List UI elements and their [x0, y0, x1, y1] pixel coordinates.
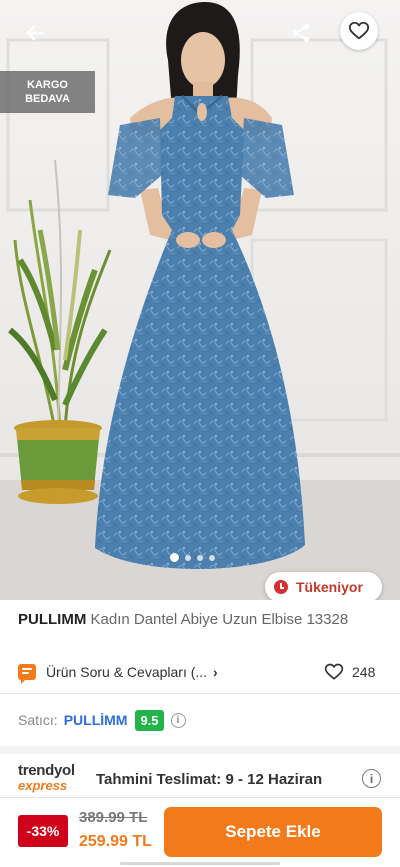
- old-price: 389.99 TL: [79, 809, 148, 826]
- heart-outline-icon: [348, 21, 370, 40]
- heart-outline-icon[interactable]: [324, 662, 344, 682]
- trendyol-express-logo: trendyol express: [18, 763, 88, 793]
- gallery-dot[interactable]: [197, 554, 203, 561]
- qa-row[interactable]: Ürün Soru & Cevapları (... › 248: [0, 656, 400, 690]
- current-price: 259.99 TL: [79, 833, 152, 850]
- section-divider: [0, 746, 400, 754]
- seller-label: Satıcı:: [18, 712, 58, 728]
- seller-row: Satıcı: PULLİMM 9.5 i: [18, 707, 186, 733]
- product-image-gallery[interactable]: KARGO BEDAVA Tükeniyor: [0, 0, 400, 600]
- delivery-row: trendyol express Tahmini Teslimat: 9 - 1…: [18, 763, 388, 795]
- clock-icon: [274, 580, 288, 594]
- product-name: Kadın Dantel Abiye Uzun Elbise 13328: [90, 611, 349, 628]
- discount-badge: -33%: [18, 815, 68, 847]
- gallery-pagination: [170, 553, 215, 562]
- estimated-delivery: Tahmini Teslimat: 9 - 12 Haziran: [96, 771, 323, 788]
- home-indicator: [120, 862, 280, 865]
- favorite-button[interactable]: [340, 12, 378, 50]
- gallery-dot-active[interactable]: [170, 553, 179, 562]
- chevron-right-icon: ›: [213, 664, 218, 680]
- bottom-action-bar: -33% 389.99 TL 259.99 TL Sepete Ekle: [0, 797, 400, 867]
- share-button[interactable]: [282, 14, 320, 52]
- favorite-count: 248: [352, 664, 376, 680]
- logo-text-bottom: express: [18, 778, 68, 793]
- back-button[interactable]: [16, 14, 54, 52]
- info-icon[interactable]: i: [170, 712, 186, 728]
- free-shipping-badge-line1: KARGO: [27, 79, 68, 91]
- gallery-dot[interactable]: [209, 554, 215, 561]
- share-icon: [292, 23, 310, 43]
- product-title: PULLIMM Kadın Dantel Abiye Uzun Elbise 1…: [18, 609, 383, 630]
- free-shipping-badge: KARGO BEDAVA: [0, 71, 95, 113]
- add-to-cart-button[interactable]: Sepete Ekle: [164, 807, 382, 857]
- arrow-left-icon: [26, 25, 44, 41]
- divider: [0, 693, 400, 694]
- low-stock-badge: Tükeniyor: [265, 572, 382, 600]
- seller-score-badge: 9.5: [135, 709, 164, 731]
- info-icon[interactable]: i: [362, 769, 381, 788]
- chat-icon: [18, 664, 36, 684]
- logo-text-top: trendyol: [18, 762, 75, 779]
- free-shipping-badge-line2: BEDAVA: [25, 93, 70, 105]
- product-brand[interactable]: PULLIMM: [18, 611, 86, 628]
- low-stock-label: Tükeniyor: [296, 579, 363, 595]
- qa-link[interactable]: Ürün Soru & Cevapları (...: [46, 664, 207, 680]
- seller-name-link[interactable]: PULLİMM: [64, 712, 128, 728]
- gallery-dot[interactable]: [185, 554, 191, 561]
